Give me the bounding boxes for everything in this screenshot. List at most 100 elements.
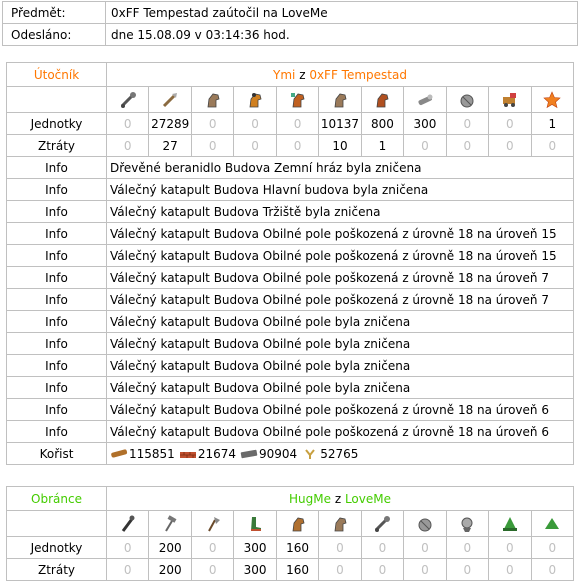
defender-unit-icons-row xyxy=(6,510,575,537)
defender-unit-icon-cell xyxy=(233,510,277,537)
defender-units-cell: 0 xyxy=(445,536,490,559)
settler-cart-icon xyxy=(500,90,520,110)
defender-table: Obránce HugMe z LoveMe Jednotky 0 200 0 300 160… xyxy=(6,486,575,581)
defender-unit-icon-cell xyxy=(530,510,575,537)
defender-losses-cell: 0 xyxy=(190,558,235,581)
trebuchet-icon xyxy=(457,90,477,110)
defender-unit-icon-cell xyxy=(275,510,320,537)
crop-icon xyxy=(301,446,319,460)
attacker-info-text: Válečný katapult Budova Obilné pole pošk… xyxy=(106,420,574,443)
attacker-info-row: Info Válečný katapult Budova Obilné pole … xyxy=(6,420,574,443)
attacker-info-label: Info xyxy=(6,288,107,311)
defender-units-cell: 0 xyxy=(190,536,235,559)
defender-unit-icon-cell xyxy=(190,510,235,537)
attacker-info-label: Info xyxy=(6,420,107,443)
defender-losses-cell: 160 xyxy=(275,558,320,581)
attacker-units-cell: 0 xyxy=(275,112,320,135)
attacker-info-row: Info Válečný katapult Budova Obilné pole … xyxy=(6,310,574,333)
defender-unit-icon-cell xyxy=(360,510,405,537)
attacker-unit-icon-cell xyxy=(105,86,150,113)
attacker-unit-icon-cell xyxy=(148,86,192,113)
defender-from-word: z xyxy=(331,491,345,506)
attacker-info-label: Info xyxy=(6,376,107,399)
attacker-info-text: Válečný katapult Budova Obilné pole byla… xyxy=(106,310,574,333)
attacker-info-text: Válečný katapult Budova Obilné pole byla… xyxy=(106,376,574,399)
attacker-losses-cell: 0 xyxy=(233,134,277,157)
attacker-info-row: Info Válečný katapult Budova Obilné pole … xyxy=(6,376,574,399)
defender-losses-cell: 0 xyxy=(445,558,490,581)
defender-role-label: Obránce xyxy=(6,486,107,511)
defender-unit-icon-cell xyxy=(488,510,532,537)
attacker-units-cell: 0 xyxy=(445,112,490,135)
attacker-info-row: Info Válečný katapult Budova Obilné pole … xyxy=(6,244,574,267)
attacker-losses-cell: 0 xyxy=(530,134,575,157)
settler-hat-icon xyxy=(500,514,520,534)
attacker-village-link[interactable]: 0xFF Tempestad xyxy=(309,68,407,82)
attacker-info-label: Info xyxy=(6,332,107,355)
attacker-info-text: Válečný katapult Budova Obilné pole pošk… xyxy=(106,266,574,289)
attacker-table: Útočník Ymi z 0xFF Tempestad Jednotky 0 2728… xyxy=(6,62,575,465)
defender-units-cell: 0 xyxy=(403,536,447,559)
attacker-info-text: Válečný katapult Budova Obilné pole pošk… xyxy=(106,244,574,267)
attacker-losses-cell: 10 xyxy=(318,134,362,157)
defender-units-cell: 0 xyxy=(318,536,362,559)
loot-amount: 21674 xyxy=(197,447,236,461)
defender-village-link[interactable]: LoveMe xyxy=(345,492,391,506)
attacker-info-label: Info xyxy=(6,156,107,179)
attacker-info-text: Válečný katapult Budova Obilné pole pošk… xyxy=(106,398,574,421)
attacker-info-text: Válečný katapult Budova Tržiště byla zni… xyxy=(106,200,574,223)
defender-title: HugMe z LoveMe xyxy=(106,486,574,511)
attacker-units-cell: 27289 xyxy=(148,112,192,135)
attacker-losses-row: Ztráty 0 27 0 0 0 10 1 0 0 0 0 xyxy=(6,134,575,157)
attacker-losses-cell: 0 xyxy=(445,134,490,157)
defender-units-cell: 300 xyxy=(233,536,277,559)
defender-units-cell: 0 xyxy=(530,536,575,559)
attacker-info-label: Info xyxy=(6,222,107,245)
attacker-units-cell: 0 xyxy=(190,112,235,135)
defender-title-row: Obránce HugMe z LoveMe xyxy=(6,486,574,511)
defender-player-link[interactable]: HugMe xyxy=(289,492,331,506)
attacker-unit-icons-row xyxy=(6,86,575,113)
loot-amount: 52765 xyxy=(320,447,359,461)
defender-units-label: Jednotky xyxy=(6,536,107,559)
attacker-info-label: Info xyxy=(6,310,107,333)
defender-losses-cell: 0 xyxy=(360,558,405,581)
defender-losses-label: Ztráty xyxy=(6,558,107,581)
attacker-info-row: Info Válečný katapult Budova Obilné pole … xyxy=(6,332,574,355)
sword-icon xyxy=(160,90,180,110)
sent-label: Odesláno: xyxy=(2,23,106,46)
hero-star-icon xyxy=(542,90,562,110)
attacker-from-word: z xyxy=(295,67,310,82)
boot-icon xyxy=(245,514,265,534)
horse-icon xyxy=(203,90,223,110)
attacker-loot-label: Kořist xyxy=(6,442,107,465)
loot-amount: 90904 xyxy=(259,447,298,461)
defender-losses-cell: 200 xyxy=(148,558,192,581)
attacker-losses-cell: 27 xyxy=(148,134,192,157)
attacker-info-text: Válečný katapult Budova Hlavní budova by… xyxy=(106,178,574,201)
defender-icons-spacer xyxy=(6,510,107,537)
axe-icon xyxy=(203,514,223,534)
defender-unit-icon-cell xyxy=(403,510,447,537)
horse-knight-icon xyxy=(288,90,308,110)
attacker-player-link[interactable]: Ymi xyxy=(273,68,295,82)
attacker-units-cell: 1 xyxy=(530,112,575,135)
attacker-info-text: Válečný katapult Budova Obilné pole byla… xyxy=(106,354,574,377)
attacker-info-label: Info xyxy=(6,398,107,421)
attacker-units-label: Jednotky xyxy=(6,112,107,135)
attacker-losses-cell: 1 xyxy=(360,134,405,157)
attacker-unit-icon-cell xyxy=(488,86,532,113)
attacker-unit-icon-cell xyxy=(445,86,490,113)
defender-units-row: Jednotky 0 200 0 300 160 0 0 0 0 0 0 xyxy=(6,536,575,559)
defender-units-cell: 200 xyxy=(148,536,192,559)
attacker-unit-icon-cell xyxy=(403,86,447,113)
attacker-info-row: Info Válečný katapult Budova Obilné pole … xyxy=(6,354,574,377)
battering-ram-icon xyxy=(372,514,392,534)
attacker-losses-cell: 0 xyxy=(275,134,320,157)
chief-icon xyxy=(457,514,477,534)
attacker-unit-icon-cell xyxy=(318,86,362,113)
attacker-unit-icon-cell xyxy=(275,86,320,113)
attacker-loot-row: Kořist 115851 21674 90904 52765 xyxy=(6,442,574,465)
defender-units-cell: 0 xyxy=(360,536,405,559)
attacker-info-row: Info Válečný katapult Budova Tržiště byla… xyxy=(6,200,574,223)
